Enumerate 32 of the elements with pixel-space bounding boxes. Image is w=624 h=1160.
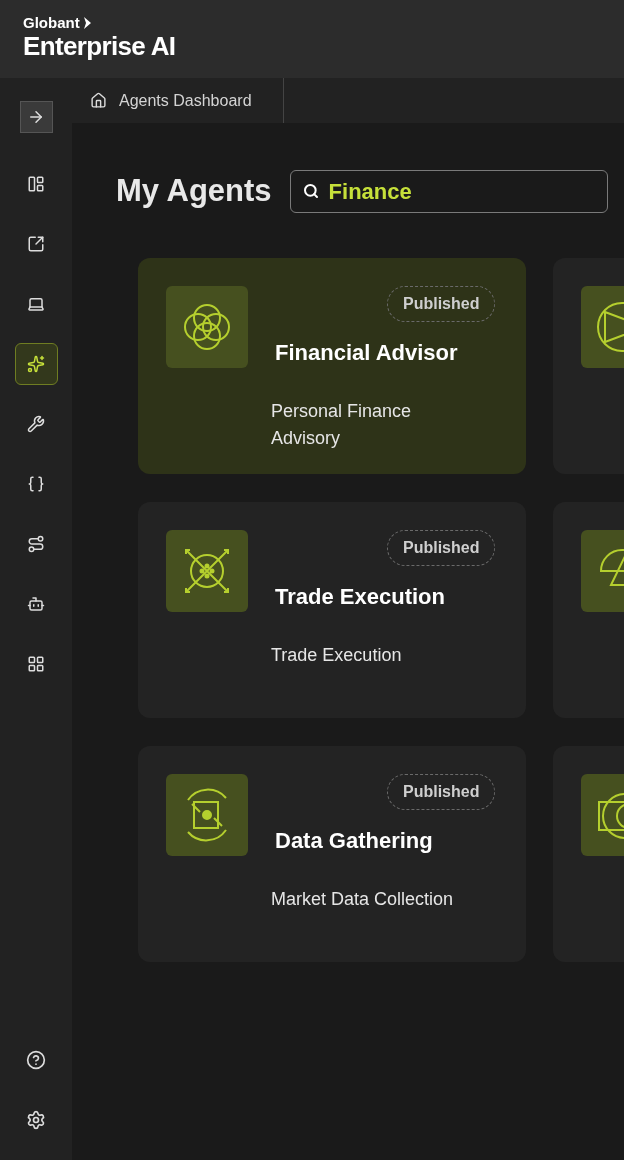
grid-icon [27,655,45,673]
agent-card[interactable]: Published Financial Advisor Personal Finance Advisory [138,257,526,474]
expand-button[interactable] [19,101,53,133]
brand-name: Globant [23,15,80,31]
layout-panel-icon [27,175,45,193]
laptop-icon [27,295,45,313]
route-icon [27,535,45,553]
sidebar-item[interactable] [14,343,58,385]
search-icon [302,183,319,200]
page-title: My Agents [116,172,272,210]
search-field[interactable]: Finance [289,169,608,213]
agent-card[interactable]: Published Trade Execution Trade Execution [138,501,526,718]
home-icon [90,92,107,109]
agent-name: Trade Execution [275,582,445,611]
agent-name: Data Gathering [275,826,433,855]
search-input[interactable]: Finance [328,174,569,208]
sparkles-icon [27,355,45,373]
agent-card[interactable]: Published Data Gathering Market Data Collection [138,745,526,962]
agent-description: Personal Finance Advisory [271,399,413,450]
product-name: Enterprise AI [23,30,177,63]
external-link-icon [27,235,45,253]
arrow-right-icon [27,108,45,126]
agent-description: Trade Execution [271,643,403,667]
settings-icon[interactable] [26,1110,46,1130]
robot-icon [27,595,45,613]
chevron-icon [82,16,91,29]
agent-name: Financial Advisor [275,338,458,367]
breadcrumb-link[interactable]: Agents Dashboard [119,88,252,113]
help-icon[interactable] [26,1050,46,1070]
wrench-icon [27,415,45,433]
braces-icon [27,475,45,493]
agent-description: Market Data Collection [271,887,455,911]
